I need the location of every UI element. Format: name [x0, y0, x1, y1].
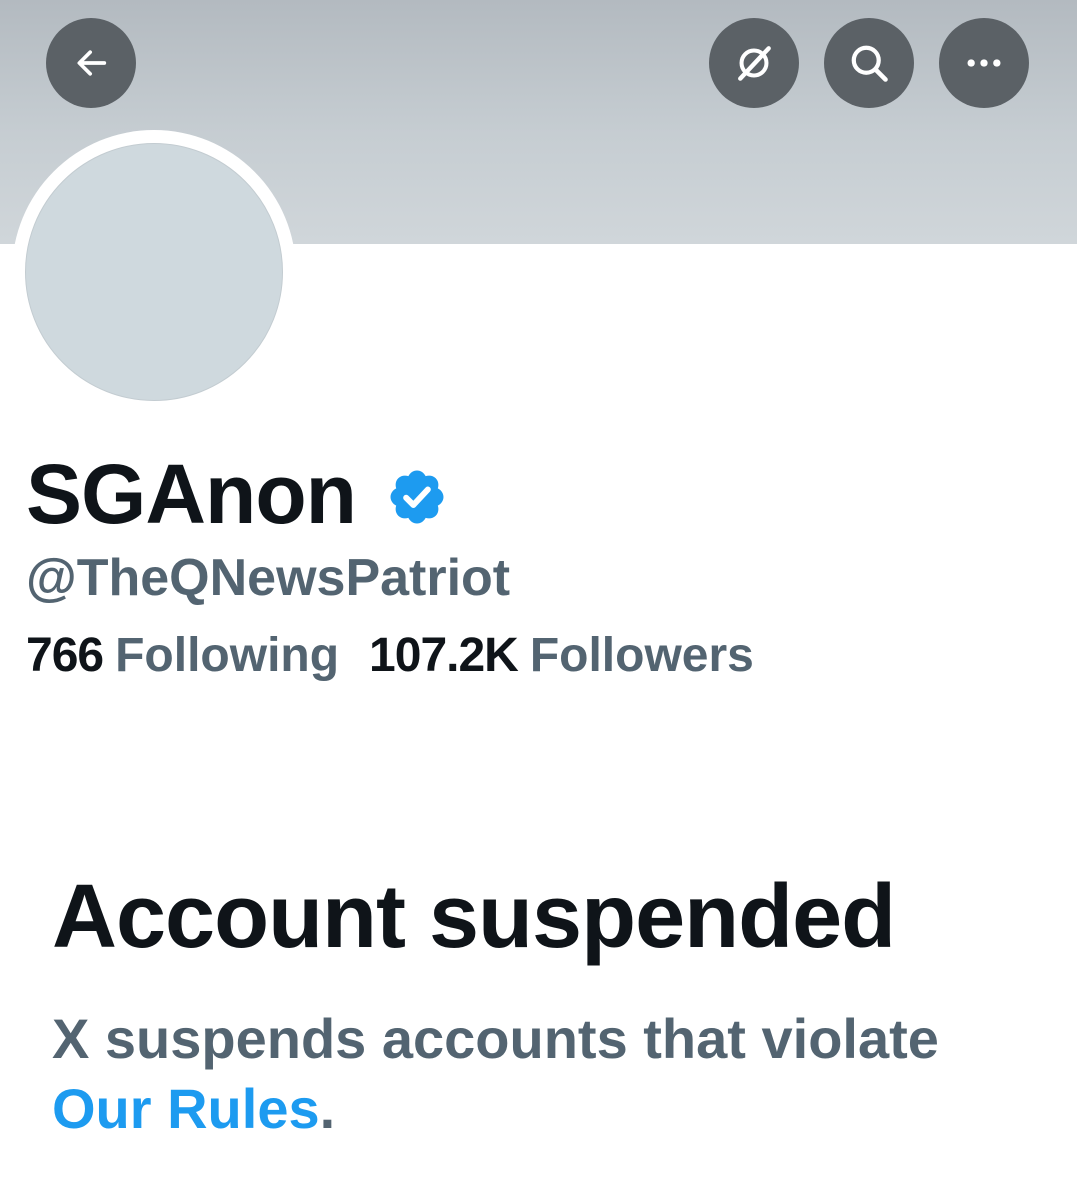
suspension-message-period: . [319, 1077, 336, 1140]
avatar[interactable] [25, 143, 283, 401]
profile-name-row: SGAnon [26, 446, 448, 542]
arrow-left-icon [77, 50, 107, 76]
grok-icon [738, 46, 771, 81]
followers-label: Followers [529, 629, 754, 682]
more-button[interactable] [939, 18, 1029, 108]
back-button[interactable] [46, 18, 136, 108]
followers-count: 107.2K [369, 629, 519, 682]
following-link[interactable]: 766 Following [26, 632, 339, 680]
suspension-title: Account suspended [52, 867, 896, 967]
suspension-message-text: X suspends accounts that violate [52, 1007, 939, 1070]
suspension-message: X suspends accounts that violate Our Rul… [52, 1004, 1052, 1144]
followers-link[interactable]: 107.2K Followers [369, 632, 754, 680]
search-icon [851, 45, 888, 82]
following-count: 766 [26, 629, 104, 682]
following-label: Following [115, 629, 340, 682]
our-rules-link[interactable]: Our Rules [52, 1077, 320, 1140]
profile-handle: @TheQNewsPatriot [26, 549, 511, 607]
search-button[interactable] [824, 18, 914, 108]
verified-badge-icon[interactable] [386, 466, 448, 528]
display-name: SGAnon [26, 447, 357, 541]
profile-screen: SGAnon @TheQNewsPatriot 766 Following 10… [0, 0, 1077, 1200]
grok-button[interactable] [709, 18, 799, 108]
follow-stats: 766 Following 107.2K Followers [26, 632, 754, 680]
more-horizontal-icon [967, 59, 1001, 67]
